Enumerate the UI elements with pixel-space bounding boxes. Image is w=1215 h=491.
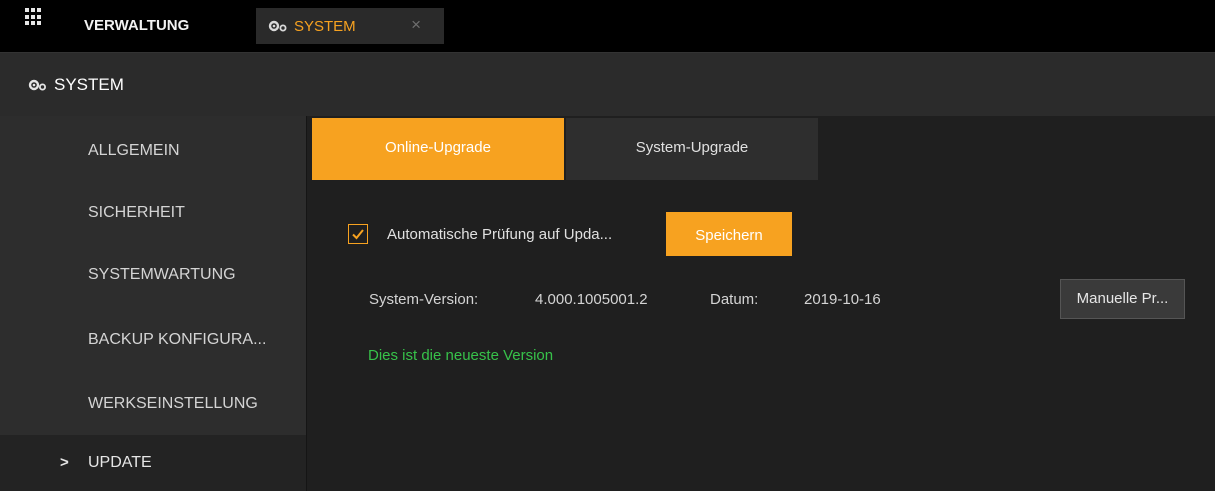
date-label: Datum:: [710, 291, 759, 308]
sidebar-item-label: BACKUP KONFIGURA...: [88, 331, 267, 348]
page-title: SYSTEM: [54, 75, 124, 94]
auto-check-label: Automatische Prüfung auf Upda...: [387, 225, 613, 243]
auto-check-checkbox[interactable]: [348, 224, 368, 244]
sidebar-item-label: WERKSEINSTELLUNG: [88, 395, 258, 412]
sidebar-item-allgemein[interactable]: ALLGEMEIN: [0, 123, 306, 179]
sidebar-item-label: SICHERHEIT: [88, 204, 185, 221]
sidebar-item-label: ALLGEMEIN: [88, 142, 180, 159]
page-header: SYSTEM: [0, 52, 1215, 117]
tab-system[interactable]: SYSTEM ×: [256, 8, 444, 44]
save-button[interactable]: Speichern: [666, 212, 792, 256]
sidebar-item-label: SYSTEMWARTUNG: [88, 266, 236, 283]
update-status-text: Dies ist die neueste Version: [368, 347, 554, 364]
manual-check-button[interactable]: Manuelle Pr...: [1060, 279, 1185, 319]
sidebar: ALLGEMEIN SICHERHEIT SYSTEMWARTUNG BACKU…: [0, 116, 306, 491]
system-version-value: 4.000.1005001.2: [535, 291, 648, 308]
gears-icon: [28, 78, 48, 92]
tab-system-upgrade[interactable]: System-Upgrade: [566, 118, 818, 180]
close-tab-icon[interactable]: ×: [411, 16, 421, 34]
chevron-right-icon: >: [60, 454, 69, 471]
tab-online-upgrade[interactable]: Online-Upgrade: [312, 118, 564, 180]
tab-verwaltung[interactable]: VERWALTUNG: [84, 0, 207, 52]
sidebar-item-sicherheit[interactable]: SICHERHEIT: [0, 185, 306, 241]
top-navigation-bar: VERWALTUNG SYSTEM ×: [0, 0, 1215, 52]
auto-check-row: Automatische Prüfung auf Upda...: [348, 216, 612, 252]
check-icon: [352, 229, 364, 240]
sidebar-item-backup[interactable]: BACKUP KONFIGURA...: [0, 312, 306, 368]
sidebar-item-werkseinstellung[interactable]: WERKSEINSTELLUNG: [0, 376, 306, 432]
main-panel: Online-Upgrade System-Upgrade Automatisc…: [306, 116, 1215, 491]
sidebar-item-systemwartung[interactable]: SYSTEMWARTUNG: [0, 247, 306, 303]
apps-grid-icon[interactable]: [25, 8, 43, 26]
sidebar-item-update[interactable]: > UPDATE: [0, 435, 306, 491]
tab-system-label: SYSTEM: [294, 17, 356, 35]
system-version-label: System-Version:: [369, 291, 479, 308]
sidebar-item-label: UPDATE: [88, 454, 152, 471]
date-value: 2019-10-16: [804, 291, 881, 308]
gears-icon: [268, 19, 290, 33]
